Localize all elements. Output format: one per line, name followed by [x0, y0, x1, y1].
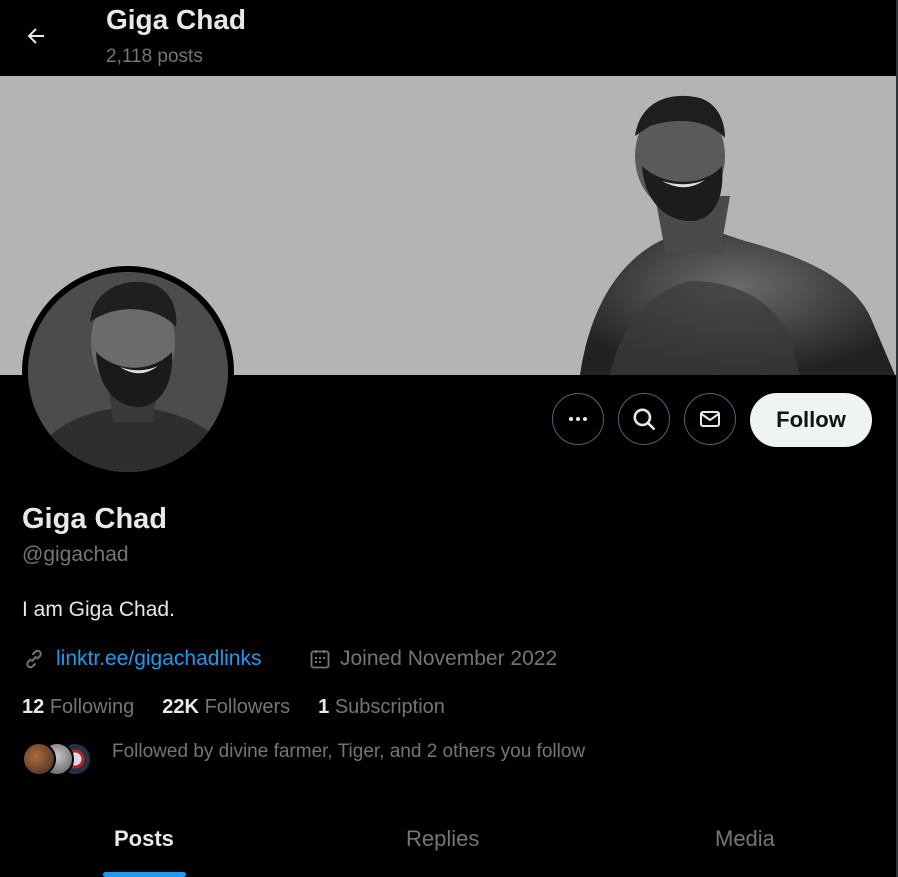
header-title: Giga Chad	[106, 4, 247, 35]
profile-bio: I am Giga Chad.	[22, 598, 175, 621]
following-label: Following	[49, 696, 135, 718]
avatar-portrait-image	[28, 272, 228, 472]
tab-posts[interactable]: Posts	[114, 826, 174, 852]
search-icon	[633, 408, 656, 431]
top-bar: Giga Chad 2,118 posts	[0, 0, 896, 76]
tab-media[interactable]: Media	[715, 826, 775, 852]
back-button[interactable]	[16, 16, 56, 56]
profile-stats: 12 Following 22K Followers 1 Subscriptio…	[22, 696, 473, 719]
envelope-icon	[700, 411, 720, 427]
profile-link[interactable]: linktr.ee/gigachadlinks	[56, 647, 261, 671]
profile-name: Giga Chad	[22, 503, 168, 535]
search-button[interactable]	[618, 393, 670, 445]
header-posts-count: 2,118 posts	[106, 46, 203, 67]
followers-count: 22K	[162, 696, 199, 718]
profile-joined: Joined November 2022	[308, 647, 557, 671]
subscription-label: Subscription	[334, 696, 445, 718]
follower-avatar-1[interactable]	[22, 742, 56, 776]
message-button[interactable]	[684, 393, 736, 445]
arrow-left-icon	[27, 28, 44, 44]
more-options-button[interactable]	[552, 393, 604, 445]
tab-replies[interactable]: Replies	[406, 826, 479, 852]
more-horizontal-icon	[569, 417, 587, 421]
joined-date: Joined November 2022	[340, 647, 558, 670]
calendar-icon	[310, 650, 330, 669]
followers-stat[interactable]: 22K Followers	[162, 696, 290, 719]
profile-website[interactable]: linktr.ee/gigachadlinks	[22, 647, 261, 671]
profile-handle: @gigachad	[22, 543, 129, 566]
following-stat[interactable]: 12 Following	[22, 696, 134, 719]
followers-label: Followers	[204, 696, 291, 718]
follow-button[interactable]: Follow	[750, 393, 872, 447]
followed-by-text[interactable]: Followed by divine farmer, Tiger, and 2 …	[112, 741, 585, 763]
avatar[interactable]	[22, 266, 234, 478]
active-tab-indicator	[103, 872, 186, 877]
subscription-count: 1	[318, 696, 330, 718]
subscription-stat[interactable]: 1 Subscription	[318, 696, 445, 719]
following-count: 12	[22, 696, 45, 718]
link-icon	[26, 649, 42, 669]
